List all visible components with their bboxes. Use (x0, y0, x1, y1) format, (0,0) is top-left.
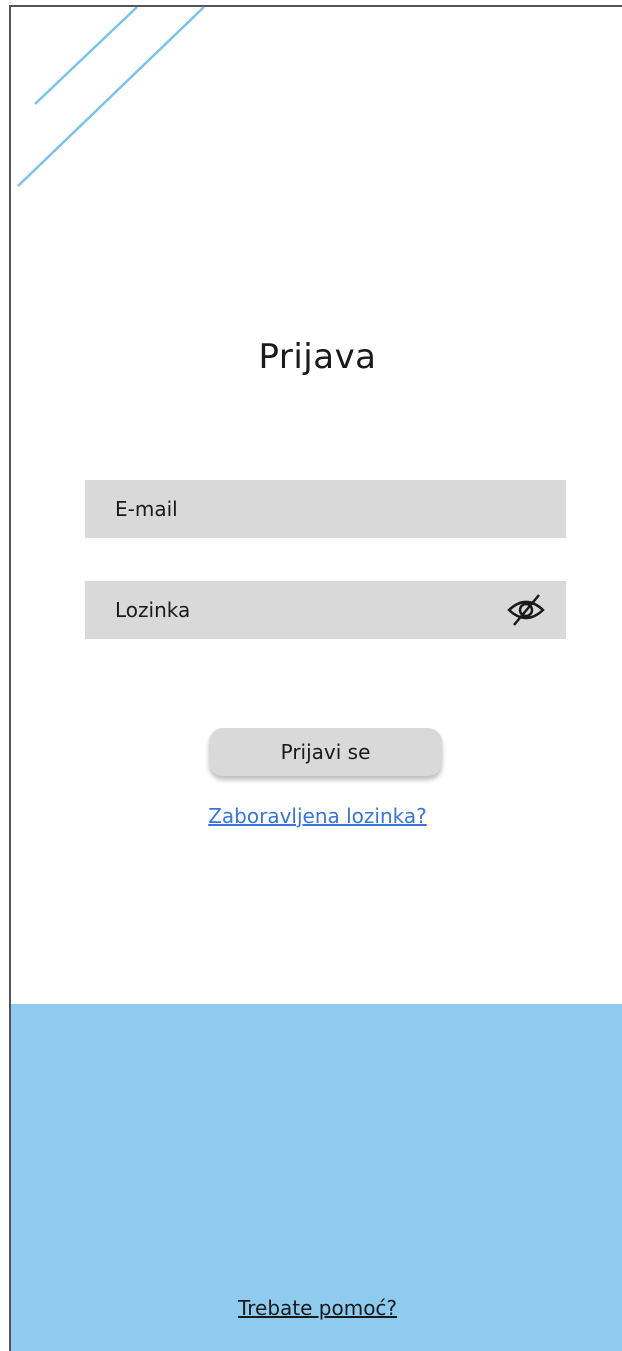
password-placeholder: Lozinka (115, 598, 191, 622)
decorative-lines (17, 7, 205, 187)
email-placeholder: E-mail (115, 497, 178, 521)
login-button[interactable]: Prijavi se (209, 728, 442, 776)
forgot-password-link[interactable]: Zaboravljena lozinka? (11, 804, 622, 828)
page-title: Prijava (258, 337, 377, 377)
login-screen: Prijava E-mail Lozinka Prijavi se Zabora… (9, 5, 622, 1351)
help-link[interactable]: Trebate pomoć? (11, 1296, 622, 1320)
bottom-panel: Trebate pomoć? (11, 1004, 622, 1351)
login-button-label: Prijavi se (280, 740, 371, 764)
eye-off-icon[interactable] (506, 590, 546, 630)
email-field[interactable]: E-mail (85, 480, 566, 538)
password-field[interactable]: Lozinka (85, 581, 566, 639)
